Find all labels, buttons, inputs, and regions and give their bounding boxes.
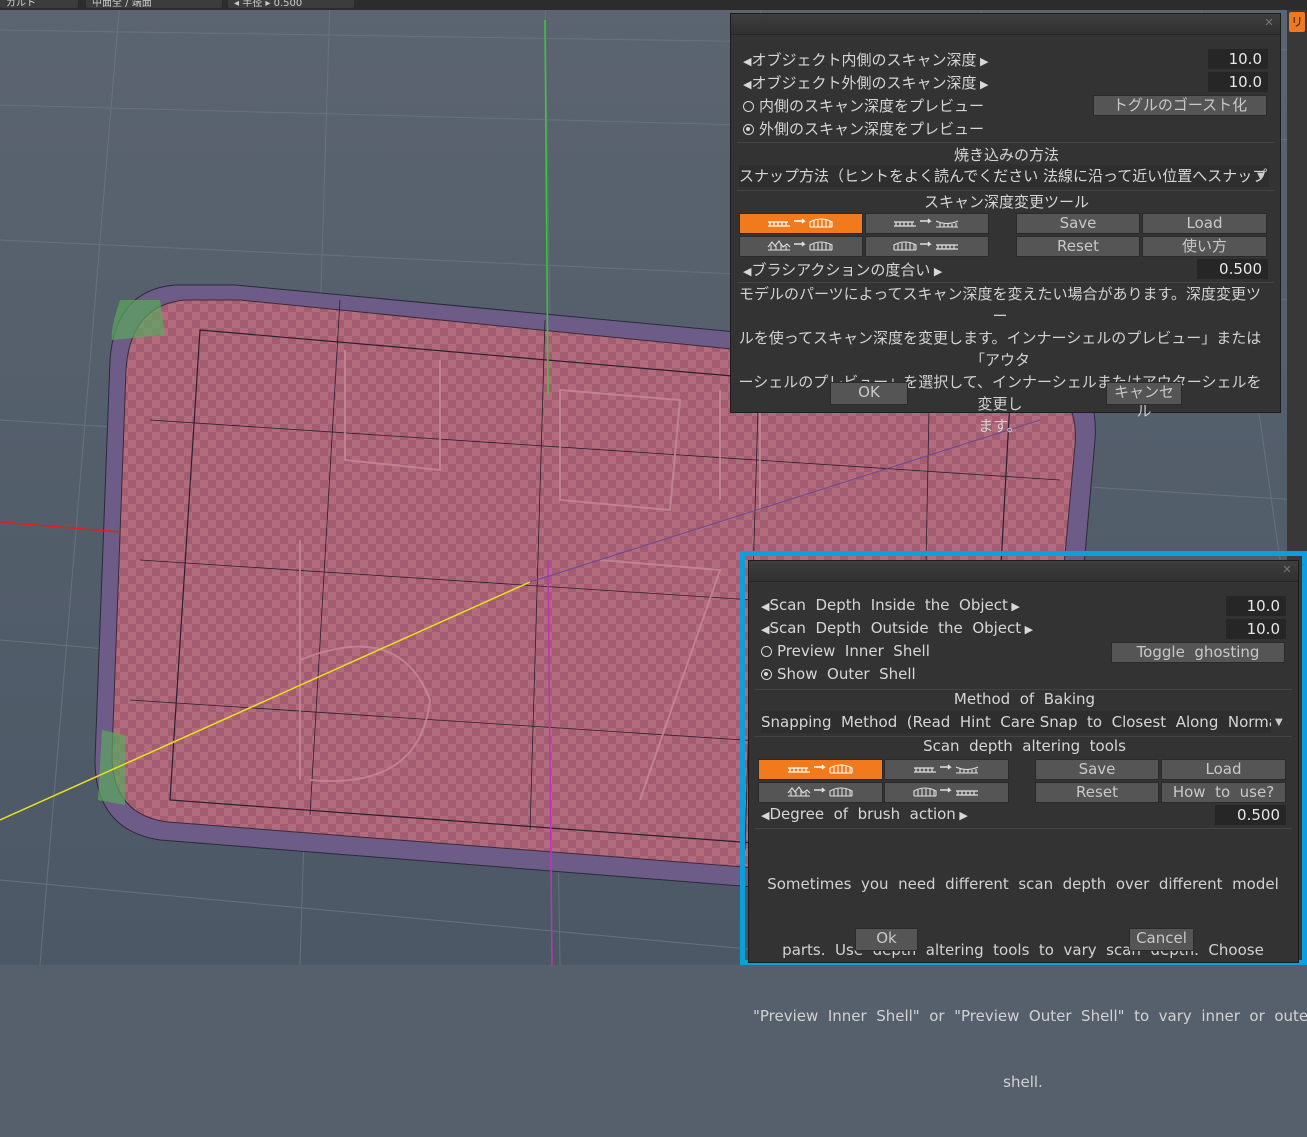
bake-method-title: Method of Baking xyxy=(953,690,1096,708)
right-arrow-icon[interactable]: ▶ xyxy=(1008,600,1019,613)
right-arrow-icon[interactable]: ▶ xyxy=(956,809,967,822)
load-button[interactable]: Load xyxy=(1161,759,1286,780)
preview-inner-label: 内側のスキャン深度をプレビュー xyxy=(759,97,985,115)
load-button[interactable]: Load xyxy=(1142,213,1267,234)
help-line: Sometimes you need different scan depth … xyxy=(767,875,1279,893)
scan-outside-label: オブジェクト外側のスキャン深度 xyxy=(751,74,977,92)
right-arrow-icon[interactable]: ▶ xyxy=(976,78,988,91)
preview-outer-radio[interactable]: Show Outer Shell xyxy=(761,665,916,683)
scan-outside-slider[interactable]: ◀Scan Depth Outside the Object ▶ xyxy=(761,619,1033,637)
how-to-use-button[interactable]: 使い方 xyxy=(1142,236,1267,257)
brush-action-label: Degree of brush action xyxy=(769,805,956,823)
radius-label: ◂ 半径 ▸ xyxy=(234,0,271,8)
scan-depth-dialog-jp: ✕ ◀オブジェクト内側のスキャン深度 ▶ 10.0 ◀オブジェクト外側のスキャン… xyxy=(730,13,1281,435)
scan-inside-label: オブジェクト内側のスキャン深度 xyxy=(751,51,977,69)
flat-to-dip-icon xyxy=(894,218,959,228)
radio-icon[interactable] xyxy=(761,646,772,657)
help-line: parts. Use depth altering tools to vary … xyxy=(782,941,1264,959)
tool-flat-to-arch-button[interactable] xyxy=(739,213,863,234)
chevron-down-icon[interactable]: ▼ xyxy=(1275,717,1283,728)
preview-inner-label: Preview Inner Shell xyxy=(777,642,930,660)
scan-inside-slider[interactable]: ◀オブジェクト内側のスキャン深度 ▶ xyxy=(743,49,988,70)
radio-checked-icon[interactable] xyxy=(761,669,772,680)
help-text: モデルのパーツによってスキャン深度を変えたい場合があります。深度変更ツー ルを使… xyxy=(735,283,1265,437)
how-to-use-button[interactable]: How to use? xyxy=(1161,782,1286,803)
toolbar-item-1[interactable]: ガルト xyxy=(0,0,78,8)
toggle-ghost-button[interactable]: トグルのゴースト化 xyxy=(1093,95,1267,116)
tools-title: Scan depth altering tools xyxy=(923,737,1126,755)
chevron-down-icon[interactable]: ▼ xyxy=(1257,171,1265,182)
brush-action-label: ブラシアクションの度合い xyxy=(751,261,931,279)
help-line: ルを使ってスキャン深度を変更します。インナーシェルのプレビュー」または「アウタ xyxy=(738,329,1262,369)
help-line: ーシェルのプレビュー」を選択して、インナーシェルまたはアウターシェルを変更し xyxy=(738,373,1262,413)
tool-arch-to-flat-button[interactable] xyxy=(865,236,989,257)
right-arrow-icon[interactable]: ▶ xyxy=(1021,623,1033,636)
top-toolbar: ガルト 中面全 / 端面 ◂ 半径 ▸ 0.500 xyxy=(0,0,1307,10)
scan-inside-value[interactable]: 10.0 xyxy=(1208,49,1268,69)
arch-to-flat-icon xyxy=(912,787,978,797)
preview-outer-radio[interactable]: 外側のスキャン深度をプレビュー xyxy=(743,118,984,139)
brush-action-value[interactable]: 0.500 xyxy=(1215,805,1286,825)
scan-depth-dialog-en: ✕ ◀Scan Depth Inside the Object ▶ 10.0 ◀… xyxy=(748,560,1307,1091)
snap-method-select[interactable]: スナップ方法（ヒントをよく読んでください 法線に沿って近い位置へスナップ xyxy=(739,165,1269,187)
scan-outside-label: Scan Depth Outside the Object xyxy=(769,619,1022,637)
dialog-titlebar[interactable]: ✕ xyxy=(731,14,1280,35)
snap-method-value: Snapping Method (Read Hint Care Snap to … xyxy=(761,713,1271,731)
right-arrow-icon[interactable]: ▶ xyxy=(976,55,988,68)
brush-action-value[interactable]: 0.500 xyxy=(1197,259,1268,279)
scan-inside-value[interactable]: 10.0 xyxy=(1226,596,1286,616)
radio-checked-icon[interactable] xyxy=(743,124,754,135)
snap-method-value: スナップ方法（ヒントをよく読んでください 法線に沿って近い位置へスナップ xyxy=(739,167,1268,185)
tools-title: スキャン深度変更ツール xyxy=(923,193,1089,211)
preview-inner-radio[interactable]: Preview Inner Shell xyxy=(761,642,930,660)
brush-action-slider[interactable]: ◀ブラシアクションの度合い ▶ xyxy=(743,259,942,280)
right-panel-tab[interactable]: リ xyxy=(1289,12,1305,32)
radius-value: 0.500 xyxy=(273,0,303,8)
scan-outside-slider[interactable]: ◀オブジェクト外側のスキャン深度 ▶ xyxy=(743,72,988,93)
scan-outside-value[interactable]: 10.0 xyxy=(1226,619,1286,639)
help-line: shell. xyxy=(1003,1073,1043,1091)
tool-flat-to-dip-button[interactable] xyxy=(865,213,989,234)
ok-button[interactable]: Ok xyxy=(855,928,918,951)
snap-method-select[interactable]: Snapping Method (Read Hint Care Snap to … xyxy=(761,711,1271,733)
preview-inner-radio[interactable]: 内側のスキャン深度をプレビュー xyxy=(743,95,984,116)
help-line: "Preview Inner Shell" or "Preview Outer … xyxy=(753,1007,1307,1025)
reset-button[interactable]: Reset xyxy=(1016,236,1140,257)
tool-flat-to-dip-button[interactable] xyxy=(884,759,1009,780)
dialog-titlebar[interactable]: ✕ xyxy=(749,561,1298,582)
scan-inside-slider[interactable]: ◀Scan Depth Inside the Object ▶ xyxy=(761,596,1020,614)
tool-bumpy-to-arch-button[interactable] xyxy=(758,782,883,803)
toggle-ghost-button[interactable]: Toggle ghosting xyxy=(1111,642,1285,663)
toolbar-item-2[interactable]: 中面全 / 端面 xyxy=(86,0,222,8)
save-button[interactable]: Save xyxy=(1016,213,1140,234)
right-arrow-icon[interactable]: ▶ xyxy=(930,265,942,278)
help-line: モデルのパーツによってスキャン深度を変えたい場合があります。深度変更ツー xyxy=(738,285,1261,325)
brush-action-slider[interactable]: ◀Degree of brush action ▶ xyxy=(761,805,968,823)
scan-outside-value[interactable]: 10.0 xyxy=(1208,72,1268,92)
radio-icon[interactable] xyxy=(743,101,754,112)
bake-method-title: 焼き込みの方法 xyxy=(953,146,1059,164)
bumpy-to-arch-icon xyxy=(767,240,833,251)
preview-outer-label: 外側のスキャン深度をプレビュー xyxy=(759,120,985,138)
toolbar-radius-slider[interactable]: ◂ 半径 ▸ 0.500 xyxy=(228,0,354,8)
preview-outer-label: Show Outer Shell xyxy=(777,665,916,683)
cancel-button[interactable]: Cancel xyxy=(1129,928,1194,951)
help-text: Sometimes you need different scan depth … xyxy=(753,829,1307,1137)
tool-flat-to-arch-button[interactable] xyxy=(758,759,883,780)
tool-bumpy-to-arch-button[interactable] xyxy=(739,236,863,257)
bumpy-to-arch-icon xyxy=(787,786,853,797)
ok-button[interactable]: OK xyxy=(830,382,908,405)
tool-arch-to-flat-button[interactable] xyxy=(884,782,1009,803)
help-line: ます。 xyxy=(978,417,1022,435)
cancel-button[interactable]: キャンセル xyxy=(1106,382,1182,420)
flat-to-dip-icon xyxy=(913,764,978,774)
reset-button[interactable]: Reset xyxy=(1035,782,1159,803)
close-icon[interactable]: ✕ xyxy=(1262,16,1276,30)
arch-to-flat-icon xyxy=(893,241,958,251)
flat-to-arch-icon xyxy=(787,764,853,774)
scan-inside-label: Scan Depth Inside the Object xyxy=(769,596,1008,614)
flat-to-arch-icon xyxy=(768,218,833,228)
save-button[interactable]: Save xyxy=(1035,759,1159,780)
close-icon[interactable]: ✕ xyxy=(1280,563,1294,577)
